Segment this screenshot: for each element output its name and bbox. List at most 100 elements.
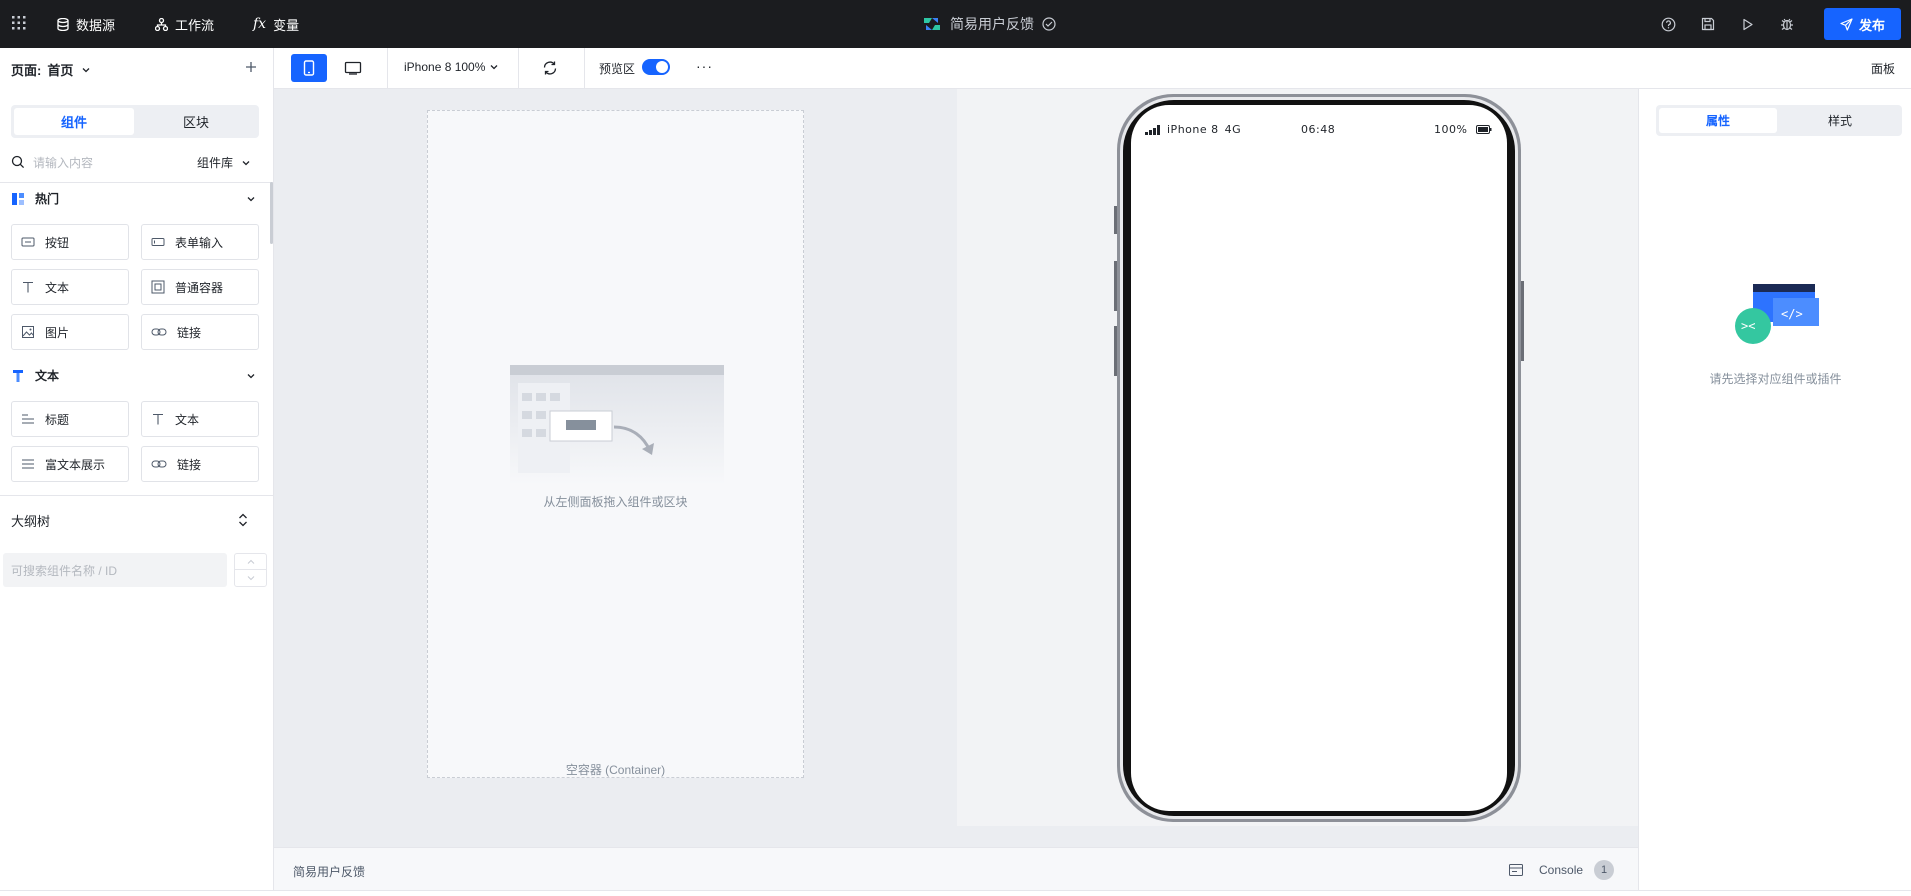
input-icon — [151, 238, 165, 246]
component-label: 标题 — [45, 412, 70, 427]
empty-container[interactable]: 从左侧面板拖入组件或区块 空容器 (Container) — [427, 110, 804, 778]
component-image[interactable]: 图片 — [11, 314, 129, 350]
tab-components[interactable]: 组件 — [14, 108, 134, 135]
device-label: iPhone 8 100% — [404, 60, 486, 74]
category-text[interactable]: 文本 — [11, 367, 59, 384]
component-button[interactable]: 按钮 — [11, 224, 129, 260]
outline-stepper[interactable] — [234, 553, 267, 587]
app-title[interactable]: 简易用户反馈 — [922, 0, 1056, 48]
library-selector[interactable]: 组件库 — [197, 154, 251, 171]
text-category-icon — [13, 369, 23, 382]
desktop-view-button[interactable] — [335, 54, 371, 82]
empty-selection-illustration: </> >< — [1735, 284, 1819, 344]
console-icon[interactable] — [1509, 864, 1523, 876]
component-form-input[interactable]: 表单输入 — [141, 224, 259, 260]
panel-toggle[interactable]: 面板 — [1871, 60, 1895, 77]
phone-screen: iPhone 8 4G 06:48 100% — [1131, 105, 1507, 811]
chevron-down-icon[interactable] — [235, 570, 266, 586]
component-label: 图片 — [45, 325, 70, 340]
nav-workflow[interactable]: 工作流 — [155, 0, 214, 48]
refresh-icon[interactable] — [542, 60, 558, 76]
status-left: iPhone 8 4G — [1145, 123, 1241, 136]
save-icon[interactable] — [1699, 15, 1717, 33]
category-hot-label: 热门 — [35, 192, 60, 206]
page-name: 首页 — [47, 63, 74, 78]
drag-hint-illustration — [510, 365, 724, 485]
empty-selection-hint: 请先选择对应组件或插件 — [1709, 372, 1842, 386]
component-link[interactable]: 链接 — [141, 314, 259, 350]
svg-text:</>: </> — [1781, 307, 1803, 321]
chevron-down-icon[interactable] — [246, 371, 256, 381]
divider — [0, 495, 274, 496]
device-selector[interactable]: iPhone 8 100% — [404, 60, 499, 74]
component-label: 富文本展示 — [45, 457, 106, 472]
nav-workflow-label: 工作流 — [175, 17, 215, 33]
console-button[interactable]: Console — [1539, 863, 1583, 877]
component-label: 按钮 — [45, 235, 70, 250]
component-container[interactable]: 普通容器 — [141, 269, 259, 305]
component-label: 文本 — [45, 280, 70, 295]
status-right: 100% — [1434, 123, 1492, 136]
chevron-down-icon — [490, 65, 498, 70]
help-icon[interactable] — [1659, 15, 1677, 33]
container-caption: 空容器 (Container) — [565, 763, 666, 777]
canvas-toolbar: iPhone 8 100% 预览区 ··· 面板 — [274, 48, 1911, 89]
tab-styles[interactable]: 样式 — [1781, 108, 1899, 133]
nav-variables[interactable]: fx 变量 — [253, 0, 299, 48]
publish-label: 发布 — [1858, 17, 1885, 33]
add-page-icon[interactable] — [244, 60, 258, 74]
footer-app-title: 简易用户反馈 — [293, 865, 366, 879]
nav-variables-label: 变量 — [273, 17, 300, 33]
more-options-icon[interactable]: ··· — [696, 58, 713, 74]
component-text[interactable]: 文本 — [141, 401, 259, 437]
link-icon — [151, 460, 167, 468]
category-text-label: 文本 — [35, 369, 60, 383]
component-tabs: 组件 区块 — [11, 105, 259, 138]
image-icon — [22, 326, 34, 338]
nav-datasource[interactable]: 数据源 — [57, 0, 115, 48]
mobile-view-button[interactable] — [291, 54, 327, 82]
svg-text:><: >< — [1741, 319, 1755, 333]
database-icon — [57, 17, 69, 31]
component-heading[interactable]: 标题 — [11, 401, 129, 437]
expand-collapse-icon[interactable] — [236, 512, 250, 528]
tab-properties[interactable]: 属性 — [1659, 108, 1777, 133]
debug-icon[interactable] — [1778, 15, 1796, 33]
component-label: 链接 — [177, 325, 202, 340]
toggle-knob — [656, 61, 668, 73]
button-icon — [21, 237, 35, 247]
preview-toggle[interactable] — [642, 59, 670, 75]
app-logo-icon — [924, 18, 940, 30]
chevron-down-icon[interactable] — [246, 194, 256, 204]
component-text[interactable]: 文本 — [11, 269, 129, 305]
library-label: 组件库 — [197, 156, 234, 170]
chevron-up-icon[interactable] — [235, 554, 266, 570]
component-label: 文本 — [175, 412, 200, 427]
left-panel: 页面: 首页 组件 区块 请输入内容 组件库 热门 按钮 表单输入 文本 普通容… — [0, 48, 274, 896]
text-icon — [153, 413, 163, 425]
container-icon — [151, 280, 165, 294]
publish-button[interactable]: 发布 — [1824, 8, 1901, 40]
hot-category-icon — [12, 192, 24, 205]
text-icon — [23, 281, 33, 293]
send-icon — [1840, 17, 1853, 31]
nav-datasource-label: 数据源 — [76, 17, 116, 33]
component-rich-text[interactable]: 富文本展示 — [11, 446, 129, 482]
properties-panel: 属性 样式 </> >< 请先选择对应组件或插件 — [1638, 89, 1911, 896]
outline-search-placeholder: 可搜索组件名称 / ID — [11, 563, 118, 578]
component-search-input[interactable]: 请输入内容 — [33, 154, 93, 171]
outline-search-input[interactable]: 可搜索组件名称 / ID — [3, 553, 227, 587]
category-hot[interactable]: 热门 — [11, 190, 59, 207]
component-link[interactable]: 链接 — [141, 446, 259, 482]
component-list-scrollbar[interactable] — [270, 182, 273, 244]
divider — [387, 48, 388, 88]
chevron-down-icon — [242, 160, 250, 165]
run-icon[interactable] — [1739, 15, 1757, 33]
tab-blocks[interactable]: 区块 — [136, 108, 256, 135]
apps-grid-icon[interactable] — [12, 16, 26, 30]
page-selector[interactable]: 页面: 首页 — [11, 60, 91, 79]
status-time: 06:48 — [1301, 123, 1336, 136]
component-list: 热门 按钮 表单输入 文本 普通容器 图片 链接 文本 标题 文本 富文本展示 … — [0, 182, 274, 494]
status-bar: iPhone 8 4G 06:48 100% — [1131, 105, 1507, 151]
canvas-footer: 简易用户反馈 Console 1 — [274, 847, 1638, 890]
